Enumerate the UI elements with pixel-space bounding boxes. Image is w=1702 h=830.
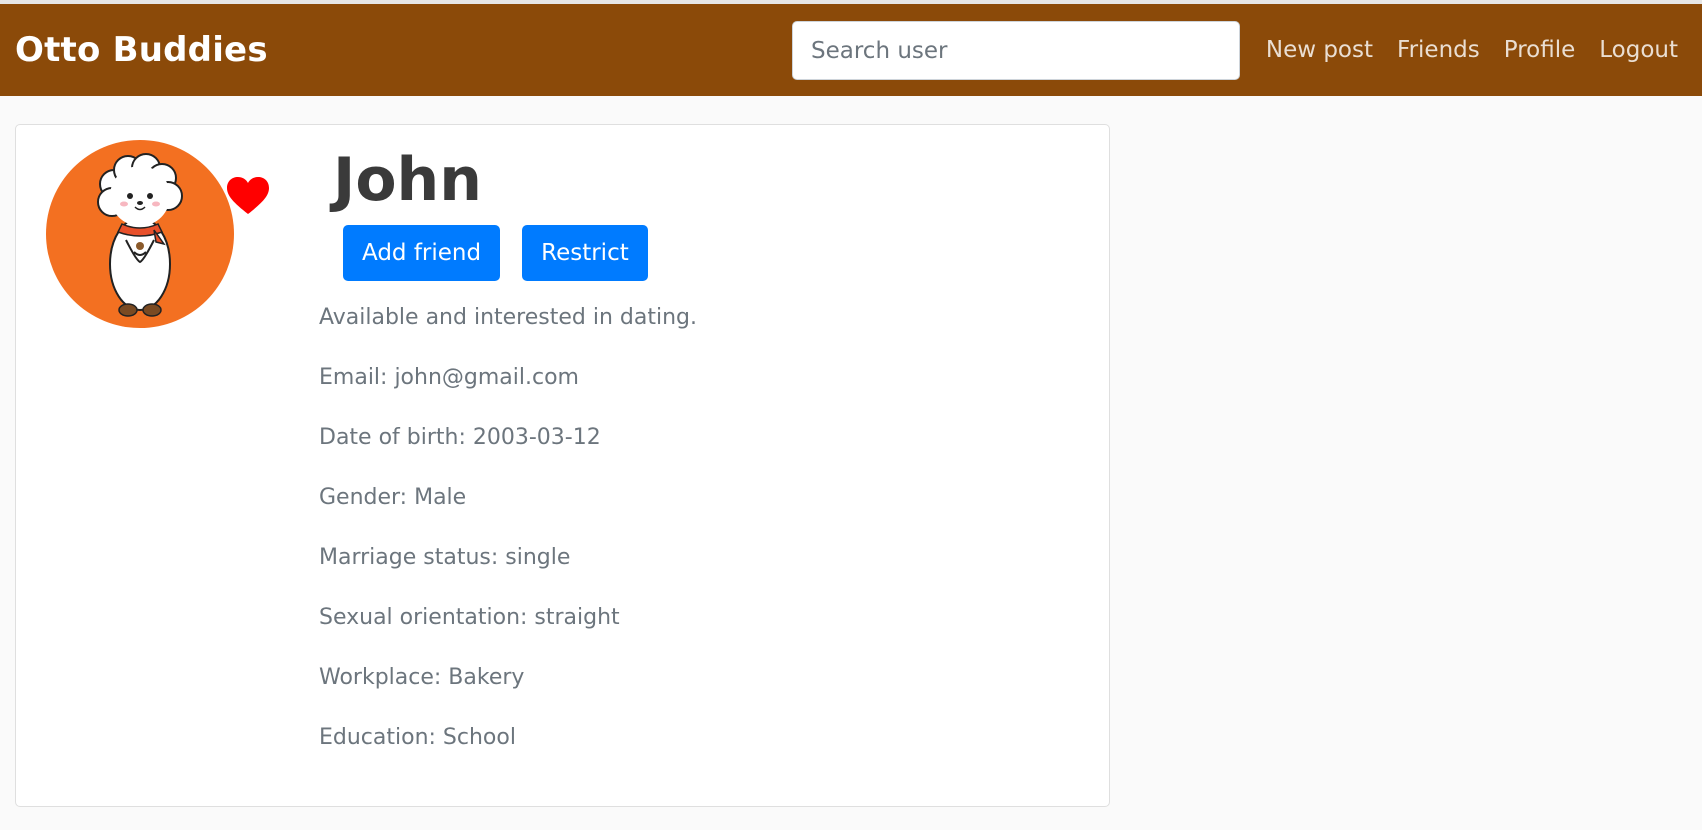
- heart-icon[interactable]: [226, 176, 270, 216]
- nav-link-logout[interactable]: Logout: [1599, 37, 1678, 63]
- restrict-button[interactable]: Restrict: [522, 225, 648, 281]
- search-user-input[interactable]: [792, 21, 1240, 80]
- avatar-container: [46, 140, 269, 330]
- profile-sexual-orientation: Sexual orientation: straight: [319, 605, 620, 630]
- profile-details: Available and interested in dating. Emai…: [319, 303, 697, 783]
- nav-link-new-post[interactable]: New post: [1266, 37, 1373, 63]
- profile-name: John: [333, 145, 482, 215]
- nav-link-profile[interactable]: Profile: [1504, 37, 1576, 63]
- profile-date-of-birth: Date of birth: 2003-03-12: [319, 425, 601, 450]
- profile-actions: Add friend Restrict: [343, 225, 648, 281]
- profile-bio: Available and interested in dating.: [319, 305, 697, 330]
- avatar-sheep-icon: [46, 140, 234, 328]
- profile-gender: Gender: Male: [319, 485, 467, 510]
- profile-workplace: Workplace: Bakery: [319, 665, 525, 690]
- profile-card: John Add friend Restrict Available and i…: [15, 124, 1110, 807]
- nav-link-friends[interactable]: Friends: [1397, 37, 1480, 63]
- navbar: Otto Buddies New post Friends Profile Lo…: [0, 4, 1702, 96]
- brand-logo[interactable]: Otto Buddies: [15, 30, 268, 70]
- profile-education: Education: School: [319, 725, 516, 750]
- add-friend-button[interactable]: Add friend: [343, 225, 501, 281]
- profile-marriage-status: Marriage status: single: [319, 545, 571, 570]
- nav-links: New post Friends Profile Logout: [1266, 37, 1678, 63]
- profile-email: Email: john@gmail.com: [319, 365, 579, 390]
